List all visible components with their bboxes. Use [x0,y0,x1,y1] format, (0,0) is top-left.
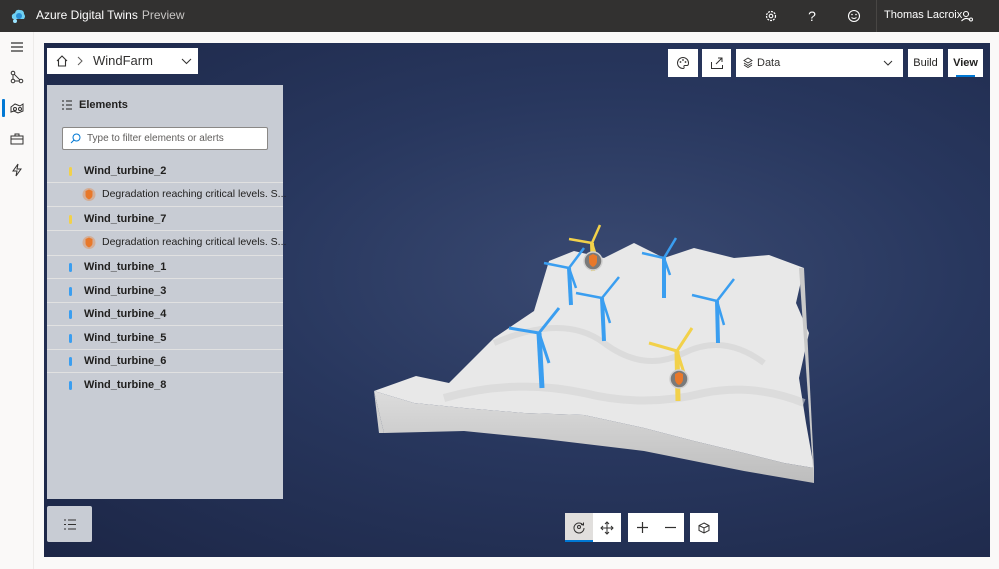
alert-shield-icon [82,188,96,201]
row-divider [47,206,283,207]
reset-view-group [690,513,718,542]
status-indicator [69,215,72,224]
share-button[interactable] [702,49,731,77]
account-icon[interactable] [957,6,977,26]
chevron-down-icon[interactable] [181,58,192,65]
element-row-wind-turbine-5[interactable]: Wind_turbine_5 [47,327,283,350]
reset-camera-button[interactable] [690,513,718,542]
alert-row-wind-turbine-7[interactable]: Degradation reaching critical levels. S.… [47,231,287,255]
home-icon[interactable] [55,54,69,68]
toggle-elements-panel-button[interactable] [47,506,92,542]
element-label: Wind_turbine_7 [84,213,167,225]
status-indicator [69,357,72,366]
element-row-wind-turbine-2[interactable]: Wind_turbine_2 [47,160,283,183]
element-row-wind-turbine-6[interactable]: Wind_turbine_6 [47,350,283,373]
hamburger-menu-button[interactable] [0,32,34,62]
theme-button[interactable] [668,49,698,77]
settings-icon[interactable] [761,6,781,26]
zoom-out-button[interactable] [656,513,684,542]
status-indicator [69,263,72,272]
element-row-wind-turbine-3[interactable]: Wind_turbine_3 [47,280,283,303]
app-title: Azure Digital Twins Preview [36,8,185,22]
orbit-icon [573,522,585,533]
orbit-mode-button[interactable] [565,513,593,542]
elements-title: Elements [79,99,128,111]
chevron-down-icon [883,60,893,66]
nav-item-graph[interactable] [0,62,34,92]
left-nav [0,32,34,569]
element-label: Wind_turbine_5 [84,332,167,344]
alert-text: Degradation reaching critical levels. S.… [102,236,287,248]
element-row-wind-turbine-8[interactable]: Wind_turbine_8 [47,374,283,397]
nav-item-3d-scenes[interactable] [0,93,34,123]
azure-digital-twins-logo [11,9,25,23]
view-mode-button[interactable]: View [948,49,983,77]
status-indicator [69,381,72,390]
element-label: Wind_turbine_4 [84,308,167,320]
alert-marker-turbine-2[interactable] [583,251,603,271]
search-icon [70,133,81,144]
cube-icon [698,521,710,534]
elements-panel-header: Elements [61,99,128,111]
lightning-icon [12,163,22,177]
alert-row-wind-turbine-2[interactable]: Degradation reaching critical levels. S.… [47,183,287,207]
camera-mode-group [565,513,621,542]
graph-icon [10,70,24,84]
scene-viewport[interactable]: WindFarm Elements Type to filter element… [44,43,990,557]
filter-input[interactable]: Type to filter elements or alerts [62,127,268,150]
toolbox-icon [10,133,24,145]
list-icon [63,519,76,529]
status-indicator [69,334,72,343]
element-label: Wind_turbine_2 [84,165,167,177]
element-row-wind-turbine-7[interactable]: Wind_turbine_7 [47,208,283,231]
nav-item-events[interactable] [0,155,34,185]
element-label: Wind_turbine_6 [84,355,167,367]
alert-marker-turbine-7[interactable] [669,369,689,389]
nav-item-toolbox[interactable] [0,124,34,154]
status-indicator [69,167,72,176]
layers-icon [743,57,753,68]
feedback-icon[interactable] [844,6,864,26]
build-mode-button[interactable]: Build [908,49,943,77]
scenes-icon [10,103,24,114]
alert-text: Degradation reaching critical levels. S.… [102,188,287,200]
help-icon[interactable]: ? [802,6,822,26]
share-icon [710,57,723,69]
element-row-wind-turbine-4[interactable]: Wind_turbine_4 [47,303,283,326]
minus-icon [664,526,676,529]
element-row-wind-turbine-1[interactable]: Wind_turbine_1 [47,256,283,279]
filter-placeholder: Type to filter elements or alerts [87,133,224,144]
move-icon [600,520,614,535]
user-name[interactable]: Thomas Lacroix [884,9,962,21]
layers-dropdown-value: Data [757,57,781,69]
app-title-text: Azure Digital Twins [36,8,138,22]
scene-selector[interactable]: WindFarm [47,48,198,74]
list-icon [62,100,72,110]
status-indicator [69,310,72,319]
preview-badge: Preview [141,8,185,22]
header-divider [876,0,877,32]
element-label: Wind_turbine_8 [84,379,167,391]
zoom-group [628,513,684,542]
layers-dropdown[interactable]: Data [736,49,903,77]
zoom-in-button[interactable] [628,513,656,542]
scene-name: WindFarm [93,53,153,68]
element-label: Wind_turbine_1 [84,261,167,273]
element-label: Wind_turbine_3 [84,285,167,297]
top-bar: Azure Digital Twins Preview ? Thomas Lacr… [0,0,999,32]
pan-mode-button[interactable] [593,513,621,542]
alert-shield-icon [82,236,96,249]
chevron-right-icon [77,56,83,66]
elements-panel: Elements Type to filter elements or aler… [47,85,287,499]
status-indicator [69,287,72,296]
hamburger-icon [11,42,23,52]
palette-icon [677,56,690,70]
plus-icon [636,522,648,533]
